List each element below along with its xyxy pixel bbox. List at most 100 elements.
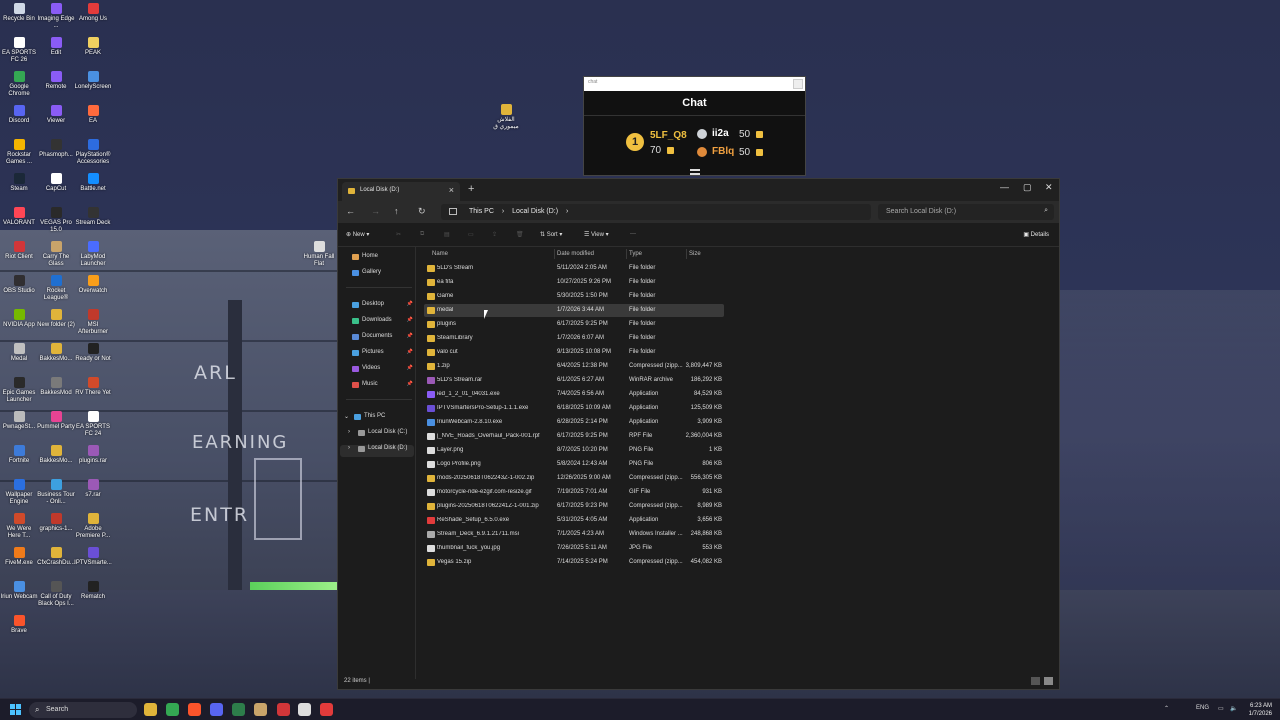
desktop-icon[interactable]: CfxCrashDu...	[37, 547, 75, 567]
desktop-icon[interactable]: BakkesMod	[37, 377, 75, 397]
desktop-icon[interactable]: graphics-1...	[37, 513, 75, 533]
file-row[interactable]: ea fifa 10/27/2025 9:26 PM File folder	[424, 276, 724, 289]
desktop-icon[interactable]: FiveM.exe	[0, 547, 38, 567]
file-row[interactable]: ReShade_Setup_6.5.0.exe 5/31/2025 4:05 AM…	[424, 514, 724, 527]
desktop-icon[interactable]: We Were Here T...	[0, 513, 38, 540]
refresh-button[interactable]: ↻	[418, 206, 426, 217]
desktop-icon[interactable]: Among Us	[74, 3, 112, 23]
desktop-icon[interactable]: Steam	[0, 173, 38, 193]
column-header-type[interactable]: Type	[629, 251, 642, 257]
desktop-icon[interactable]: Edit	[37, 37, 75, 57]
desktop-icon[interactable]: New folder (2)	[37, 309, 75, 329]
desktop-icon[interactable]: Business Tour - Onli...	[37, 479, 75, 506]
column-divider[interactable]	[626, 249, 627, 259]
sidebar-item-downloads[interactable]: Downloads 📌	[352, 317, 416, 329]
more-options-button[interactable]: ···	[630, 231, 636, 237]
desktop-icon[interactable]: RV There Yet	[74, 377, 112, 397]
chevron-right-icon[interactable]: ›	[348, 429, 350, 435]
taskbar-app-icon[interactable]	[188, 703, 201, 716]
desktop-icon[interactable]: Imaging Edge ...	[37, 3, 75, 30]
desktop-icon[interactable]: VALORANT	[0, 207, 38, 227]
sidebar-item-this-pc[interactable]: ⌄ This PC	[342, 413, 416, 425]
desktop-icon[interactable]: IPTVSmarte...	[74, 547, 112, 567]
file-row[interactable]: j_NVE_Roads_Overhaul_Pack-001.rpf 6/17/20…	[424, 430, 724, 443]
minimize-button[interactable]: —	[1000, 182, 1009, 192]
column-header-size[interactable]: Size	[689, 251, 701, 257]
taskbar-app-icon[interactable]	[298, 703, 311, 716]
chevron-down-icon[interactable]: ⌄	[344, 413, 349, 420]
close-window-button[interactable]: ✕	[1045, 182, 1053, 193]
file-row[interactable]: ied_1_2_01_04031.exe 7/4/2025 6:56 AM Appl…	[424, 388, 724, 401]
address-input[interactable]: This PC › Local Disk (D:) ›	[441, 204, 871, 220]
desktop-icon[interactable]: Fortnite	[0, 445, 38, 465]
taskbar-app-icon[interactable]	[277, 703, 290, 716]
desktop-icon[interactable]: PEAK	[74, 37, 112, 57]
share-icon[interactable]: ⇪	[492, 231, 497, 238]
desktop-icon[interactable]: Iriun Webcam	[0, 581, 38, 601]
breadcrumb-this-pc[interactable]: This PC	[469, 208, 494, 215]
desktop-icon[interactable]: plugins.rar	[74, 445, 112, 465]
breadcrumb-local-disk-d[interactable]: Local Disk (D:)	[512, 208, 558, 215]
desktop-icon[interactable]: Phasmoph...	[37, 139, 75, 159]
back-button[interactable]: ←	[346, 206, 355, 216]
details-pane-button[interactable]: ▣ Details	[1023, 231, 1049, 238]
desktop-icon[interactable]: BakkesMo...	[37, 445, 75, 465]
file-row[interactable]: plugins 6/17/2025 9:25 PM File folder	[424, 318, 724, 331]
desktop-icon[interactable]: Medal	[0, 343, 38, 363]
chat-window-button[interactable]	[793, 79, 803, 89]
desktop-icon[interactable]: Overwatch	[74, 275, 112, 295]
desktop-icon[interactable]: الفلاش ميموري ق	[487, 104, 525, 131]
desktop-icon[interactable]: EA SPORTS FC 26	[0, 37, 38, 64]
taskbar-search-input[interactable]: ⌕ Search	[29, 702, 137, 718]
desktop-icon[interactable]: EA SPORTS FC 24	[74, 411, 112, 438]
desktop-icon[interactable]: s7.rar	[74, 479, 112, 499]
sidebar-item-gallery[interactable]: Gallery	[352, 269, 416, 281]
maximize-button[interactable]: ▢	[1023, 182, 1032, 193]
sidebar-item-local-disk-d[interactable]: › Local Disk (D:)	[340, 445, 414, 457]
file-row[interactable]: plugins-20250618T062241Z-1-001.zip 6/17/2…	[424, 500, 724, 513]
search-input[interactable]: Search Local Disk (D:) ⌕	[878, 204, 1054, 220]
file-row[interactable]: Layer.png 8/7/2025 10:20 PM PNG File 1 KB	[424, 444, 724, 457]
clock[interactable]: 6:23 AM 1/7/2026	[1249, 702, 1272, 718]
chevron-right-icon[interactable]: ›	[566, 208, 568, 215]
desktop-icon[interactable]: MSI Afterburner	[74, 309, 112, 336]
desktop-icon[interactable]: Call of Duty Black Ops I...	[37, 581, 75, 608]
tiles-view-icon[interactable]	[1044, 677, 1053, 685]
menu-handle-icon[interactable]	[690, 169, 700, 175]
taskbar-app-icon[interactable]	[254, 703, 267, 716]
sidebar-item-desktop[interactable]: Desktop 📌	[352, 301, 416, 313]
rename-icon[interactable]: ▭	[468, 231, 474, 238]
up-button[interactable]: ↑	[394, 206, 399, 216]
desktop-icon[interactable]: VEGAS Pro 15.0	[37, 207, 75, 234]
sidebar-item-local-disk-c[interactable]: › Local Disk (C:)	[346, 429, 416, 441]
file-row[interactable]: Vegas 15.zip 7/14/2025 5:24 PM Compressed …	[424, 556, 724, 569]
view-button[interactable]: ☰ View ▾	[584, 231, 609, 238]
taskbar-app-icon[interactable]	[166, 703, 179, 716]
column-header-date[interactable]: Date modified	[557, 251, 594, 257]
file-row[interactable]: mods-20250618T062243Z-1-002.zip 12/26/202…	[424, 472, 724, 485]
desktop-icon[interactable]: Viewer	[37, 105, 75, 125]
file-row[interactable]: IriunWebcam-2.8.10.exe 6/28/2025 2:14 PM A…	[424, 416, 724, 429]
tab-local-disk-d[interactable]: Local Disk (D:) ×	[342, 182, 460, 201]
desktop-icon[interactable]: Adobe Premiere P...	[74, 513, 112, 540]
sidebar-item-documents[interactable]: Documents 📌	[352, 333, 416, 345]
desktop-icon[interactable]: Rockstar Games ...	[0, 139, 38, 166]
start-button[interactable]	[10, 704, 21, 715]
desktop-icon[interactable]: Human Fall Flat	[299, 241, 339, 268]
chevron-up-icon[interactable]: ⌃	[1164, 705, 1169, 712]
sidebar-item-pictures[interactable]: Pictures 📌	[352, 349, 416, 361]
desktop-icon[interactable]: LabyMod Launcher	[74, 241, 112, 268]
file-explorer-window[interactable]: Local Disk (D:) × + — ▢ ✕ ← → ↑ ↻ This P…	[337, 178, 1060, 690]
delete-icon[interactable]: 🗑	[516, 231, 524, 238]
desktop-icon[interactable]: CapCut	[37, 173, 75, 193]
desktop-icon[interactable]: Carry The Glass	[37, 241, 75, 268]
taskbar-app-icon[interactable]	[210, 703, 223, 716]
file-row[interactable]: 5LD's Stream.rar 6/1/2025 6:27 AM WinRAR a…	[424, 374, 724, 387]
chevron-right-icon[interactable]: ›	[502, 208, 504, 215]
desktop-icon[interactable]: Wallpaper Engine	[0, 479, 38, 506]
sort-button[interactable]: ⇅ Sort ▾	[540, 231, 562, 238]
column-header-name[interactable]: Name	[432, 251, 448, 257]
taskbar-app-icon[interactable]	[232, 703, 245, 716]
desktop-icon[interactable]: PlayStation® Accessories	[74, 139, 112, 166]
desktop-icon[interactable]: LonelyScreen	[74, 71, 112, 91]
